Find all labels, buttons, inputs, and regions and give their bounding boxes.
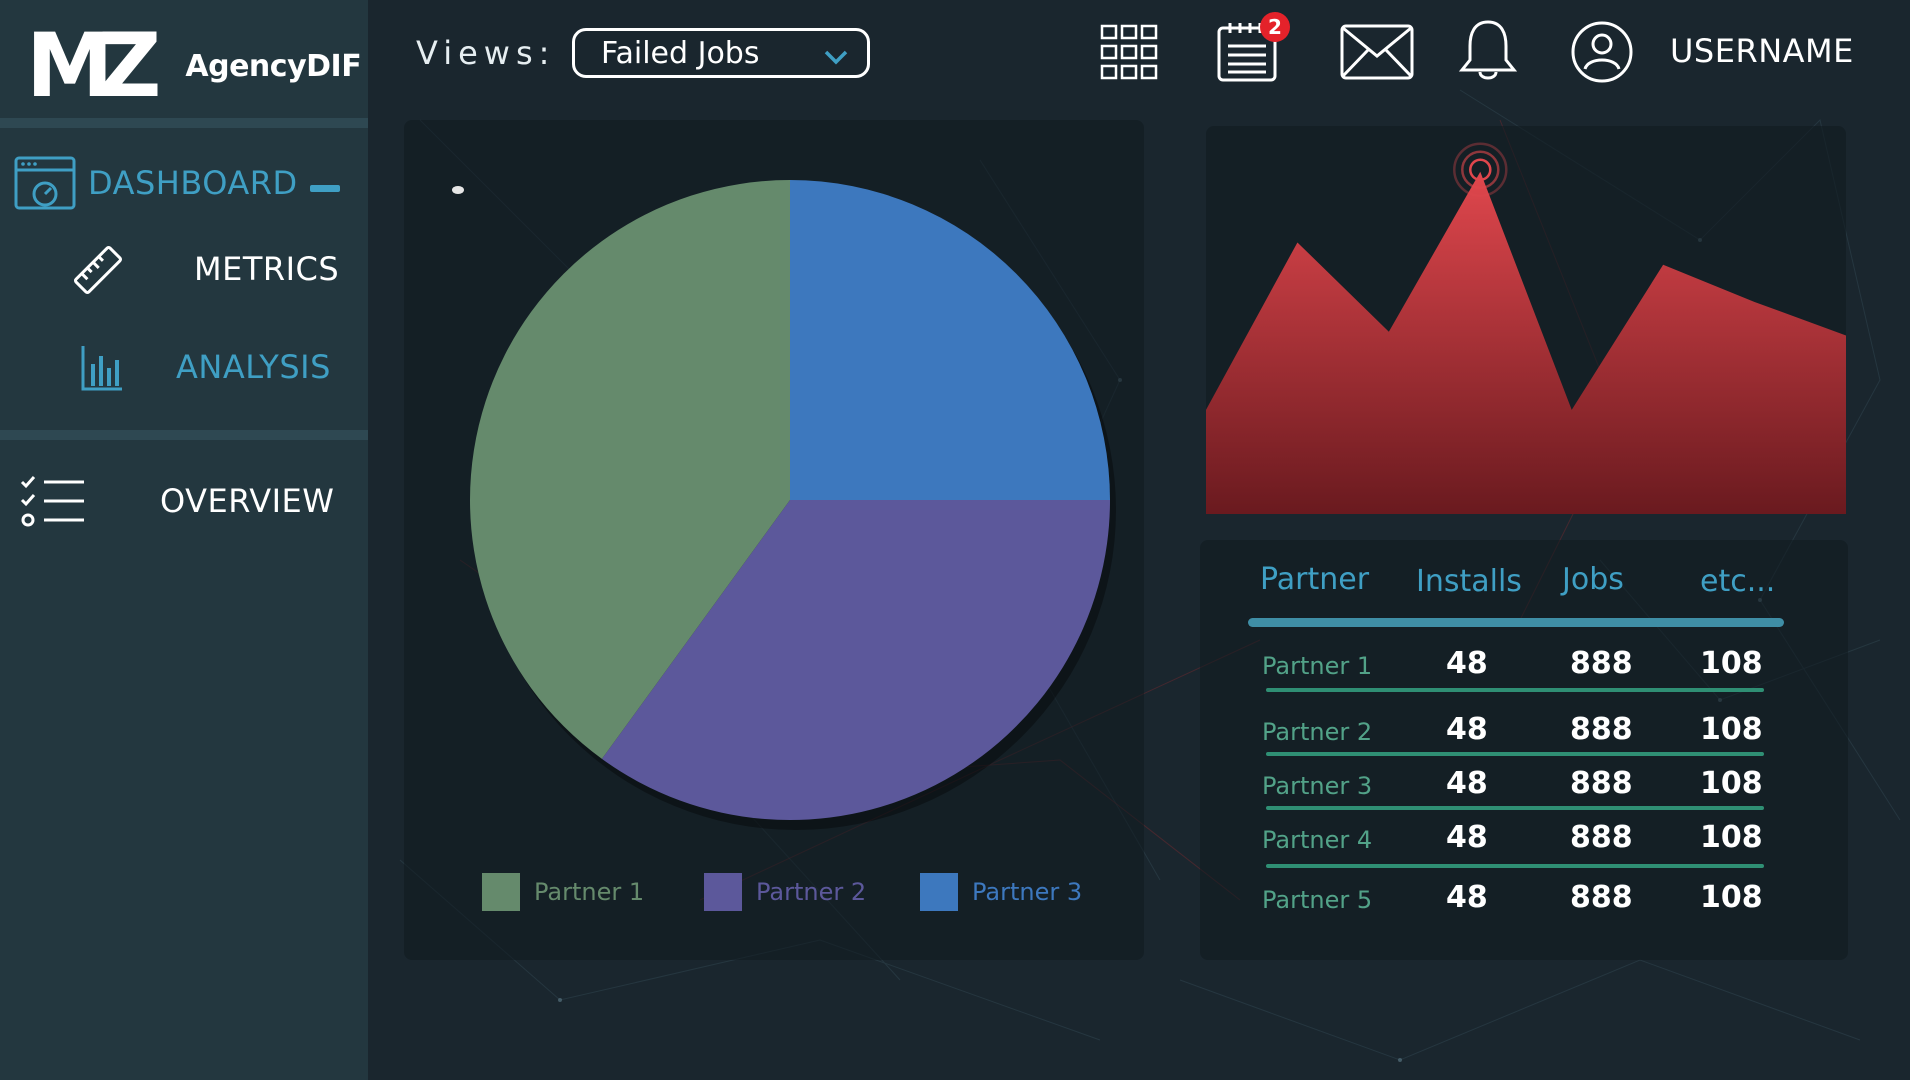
- table-cell: 48: [1446, 646, 1488, 681]
- area-series: [1206, 171, 1846, 514]
- table-cell: 888: [1570, 712, 1633, 747]
- table-cell: 888: [1570, 646, 1633, 681]
- sidebar-item-label: METRICS: [194, 250, 340, 288]
- table-row-divider: [1266, 752, 1764, 756]
- column-header-installs[interactable]: Installs: [1416, 564, 1522, 599]
- views-selected-value: Failed Jobs: [601, 35, 760, 71]
- views-dropdown[interactable]: Failed Jobs: [572, 28, 870, 78]
- area-point[interactable]: [1660, 262, 1666, 268]
- chevron-down-icon: [823, 41, 849, 76]
- column-header-jobs[interactable]: Jobs: [1562, 562, 1624, 597]
- table-cell: 48: [1446, 766, 1488, 801]
- sidebar-item-label: ANALYSIS: [176, 348, 331, 386]
- area-chart: [1206, 142, 1846, 514]
- legend-label: Partner 3: [972, 878, 1083, 906]
- table-cell: 48: [1446, 880, 1488, 915]
- table-cell: 108: [1700, 820, 1763, 855]
- mail-icon[interactable]: [1340, 24, 1414, 84]
- sidebar-item-analysis[interactable]: ANALYSIS: [0, 332, 368, 402]
- brand-logo[interactable]: MZ AgencyDIF: [26, 14, 362, 117]
- table-row-divider: [1266, 864, 1764, 868]
- column-header-etc[interactable]: etc...: [1700, 564, 1775, 599]
- bar-chart-icon: [80, 344, 124, 396]
- table-cell: 108: [1700, 766, 1763, 801]
- table-cell: 888: [1570, 880, 1633, 915]
- dashboard-gauge-icon: [14, 156, 76, 214]
- legend-label: Partner 1: [534, 878, 645, 906]
- legend-item-1[interactable]: Partner 1: [482, 872, 644, 912]
- legend-swatch: [920, 873, 958, 911]
- legend-label: Partner 2: [756, 878, 867, 906]
- sidebar-divider-top: [0, 118, 368, 128]
- table-cell: 888: [1570, 820, 1633, 855]
- notification-badge: 2: [1260, 12, 1290, 42]
- table-header-rule: [1248, 618, 1784, 627]
- ruler-icon: [72, 244, 124, 300]
- user-avatar-icon[interactable]: [1570, 20, 1634, 88]
- pie-chart: [452, 180, 1116, 830]
- username[interactable]: USERNAME: [1670, 32, 1854, 70]
- legend-item-3[interactable]: Partner 3: [920, 872, 1082, 912]
- sidebar-item-label: OVERVIEW: [160, 482, 335, 520]
- sidebar-item-dashboard[interactable]: DASHBOARD: [0, 148, 368, 218]
- partner-name-cell: Partner 4: [1262, 826, 1373, 854]
- sidebar-item-metrics[interactable]: METRICS: [0, 234, 368, 304]
- area-point[interactable]: [1569, 407, 1575, 413]
- legend-swatch: [704, 873, 742, 911]
- sidebar-item-overview[interactable]: OVERVIEW: [0, 466, 368, 536]
- collapse-dash-icon[interactable]: [310, 178, 340, 197]
- table-cell: 48: [1446, 712, 1488, 747]
- area-point[interactable]: [1294, 239, 1300, 245]
- logo-mark: MZ: [26, 14, 161, 117]
- table-cell: 48: [1446, 820, 1488, 855]
- table-row-divider: [1266, 806, 1764, 810]
- table-cell: 888: [1570, 766, 1633, 801]
- legend-item-2[interactable]: Partner 2: [704, 872, 866, 912]
- sidebar-item-label: DASHBOARD: [88, 164, 298, 202]
- views-label: Views:: [416, 34, 556, 72]
- brand-name: AgencyDIF: [185, 48, 362, 84]
- area-point[interactable]: [1477, 169, 1483, 175]
- column-header-partner[interactable]: Partner: [1260, 562, 1369, 597]
- partner-name-cell: Partner 1: [1262, 652, 1373, 680]
- partner-name-cell: Partner 3: [1262, 772, 1373, 800]
- bell-icon[interactable]: [1456, 18, 1520, 86]
- area-point[interactable]: [1752, 299, 1758, 305]
- legend-swatch: [482, 873, 520, 911]
- table-cell: 108: [1700, 880, 1763, 915]
- table-row-divider: [1266, 688, 1764, 692]
- partner-name-cell: Partner 5: [1262, 886, 1373, 914]
- checklist-icon: [20, 474, 86, 534]
- grid-apps-icon[interactable]: [1100, 24, 1158, 86]
- area-point[interactable]: [1386, 329, 1392, 335]
- sidebar: MZ AgencyDIF DASHBOARD METRICS ANALYSIS …: [0, 0, 368, 1080]
- table-cell: 108: [1700, 646, 1763, 681]
- sidebar-divider-bottom: [0, 430, 368, 440]
- partner-name-cell: Partner 2: [1262, 718, 1373, 746]
- decorative-dot: [452, 186, 464, 194]
- pie-slice-partner-3[interactable]: [790, 180, 1110, 500]
- table-cell: 108: [1700, 712, 1763, 747]
